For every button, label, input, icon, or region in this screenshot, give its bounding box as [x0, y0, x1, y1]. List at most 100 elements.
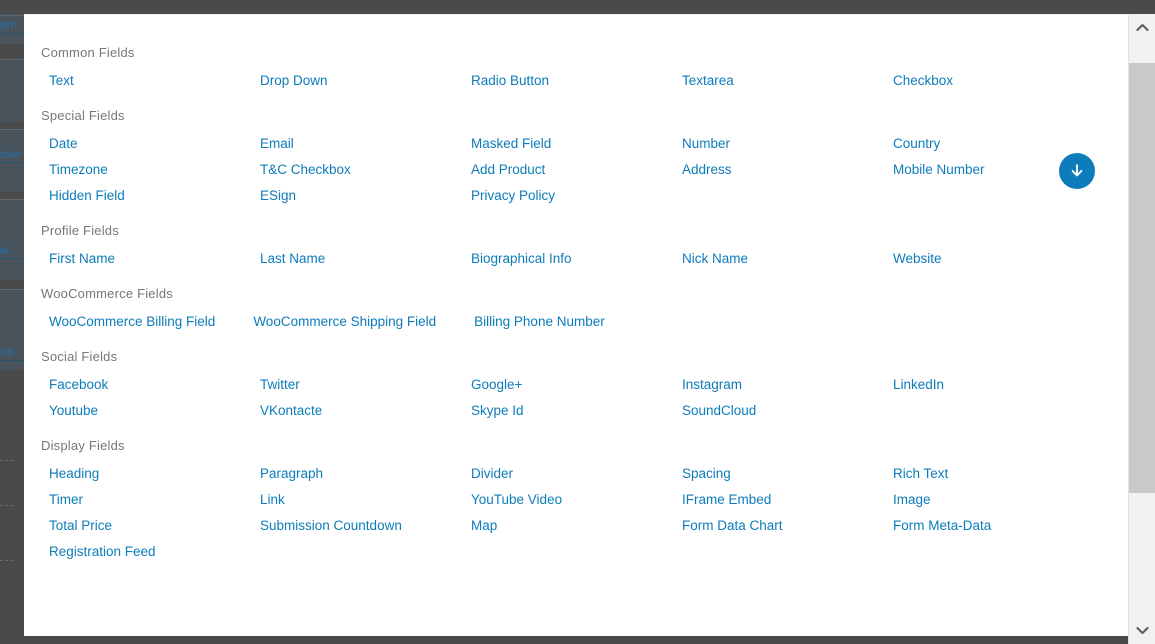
- field-group: WooCommerce Fields WooCommerce Billing Fi…: [24, 286, 1128, 329]
- field-option-link[interactable]: Facebook: [49, 378, 108, 392]
- chevron-up-icon: [1136, 23, 1149, 32]
- field-group: Special Fields Date Email Masked Field Numbe…: [24, 108, 1128, 203]
- field-option-link[interactable]: Total Price: [49, 519, 112, 533]
- background-divider: [0, 129, 24, 130]
- background-text-underline: [0, 258, 24, 259]
- field-option-link[interactable]: Checkbox: [893, 74, 953, 88]
- field-option-link[interactable]: Textarea: [682, 74, 734, 88]
- field-option-link[interactable]: Submission Countdown: [260, 519, 402, 533]
- field-option-link[interactable]: IFrame Embed: [682, 493, 771, 507]
- background-text-underline: [0, 360, 24, 361]
- field-group-title: WooCommerce Fields: [41, 286, 173, 301]
- field-group: Common Fields Text Drop Down Radio Button Te…: [24, 45, 1128, 88]
- field-option-link[interactable]: Link: [260, 493, 285, 507]
- field-group: Display Fields Heading Paragraph Divider Spa…: [24, 438, 1128, 559]
- field-option-link[interactable]: Nick Name: [682, 252, 748, 266]
- field-list: Heading Paragraph Divider Spacing Rich Text T…: [24, 467, 1128, 559]
- field-option-link[interactable]: VKontacte: [260, 404, 322, 418]
- field-list: Facebook Twitter Google+ Instagram LinkedIn Y…: [24, 378, 1128, 418]
- field-option-link[interactable]: Twitter: [260, 378, 300, 392]
- field-list: First Name Last Name Biographical Info Nick…: [24, 252, 1128, 266]
- arrow-down-icon: [1068, 162, 1086, 180]
- background-text-fragment: nb: [0, 345, 14, 359]
- field-option-link[interactable]: Mobile Number: [893, 163, 985, 177]
- field-groups-container: Common Fields Text Drop Down Radio Button Te…: [24, 45, 1128, 559]
- background-divider: [0, 199, 24, 200]
- field-list: Date Email Masked Field Number Country Timezo…: [24, 137, 1128, 203]
- field-option-link[interactable]: First Name: [49, 252, 115, 266]
- field-option-link[interactable]: Registration Feed: [49, 545, 156, 559]
- field-option-link[interactable]: Country: [893, 137, 940, 151]
- field-option-link[interactable]: Google+: [471, 378, 522, 392]
- field-option-link[interactable]: Youtube: [49, 404, 98, 418]
- field-option-link[interactable]: Skype Id: [471, 404, 524, 418]
- background-fragment: [0, 130, 24, 192]
- field-option-link[interactable]: Date: [49, 137, 78, 151]
- field-option-link[interactable]: Add Product: [471, 163, 545, 177]
- page-scrollbar[interactable]: [1128, 14, 1155, 644]
- background-divider: [0, 505, 14, 506]
- background-divider: [0, 460, 14, 461]
- field-option-link[interactable]: WooCommerce Shipping Field: [253, 315, 436, 329]
- field-option-link[interactable]: Text: [49, 74, 74, 88]
- scroll-down-button[interactable]: [1059, 153, 1095, 189]
- field-option-link[interactable]: Number: [682, 137, 730, 151]
- field-option-link[interactable]: Masked Field: [471, 137, 551, 151]
- field-option-link[interactable]: Radio Button: [471, 74, 549, 88]
- field-option-link[interactable]: Drop Down: [260, 74, 328, 88]
- field-option-link[interactable]: Spacing: [682, 467, 731, 481]
- browser-chrome-bar: [0, 0, 1155, 14]
- background-divider: [0, 59, 24, 60]
- field-option-link[interactable]: Address: [682, 163, 732, 177]
- field-option-link[interactable]: Image: [893, 493, 931, 507]
- field-option-link[interactable]: Email: [260, 137, 294, 151]
- field-option-link[interactable]: SoundCloud: [682, 404, 756, 418]
- background-text-fragment: ssw: [0, 147, 21, 161]
- background-text-fragment: ern: [0, 18, 18, 32]
- background-text-underline: [0, 162, 24, 163]
- field-list: WooCommerce Billing Field WooCommerce Shi…: [24, 315, 1128, 329]
- field-option-link[interactable]: Heading: [49, 467, 99, 481]
- scrollbar-down-arrow[interactable]: [1129, 617, 1155, 644]
- field-option-link[interactable]: Last Name: [260, 252, 325, 266]
- field-option-link[interactable]: Privacy Policy: [471, 189, 555, 203]
- field-option-link[interactable]: Timezone: [49, 163, 108, 177]
- field-option-link[interactable]: Website: [893, 252, 942, 266]
- field-group: Social Fields Facebook Twitter Google+ Insta…: [24, 349, 1128, 418]
- field-group-title: Social Fields: [41, 349, 118, 364]
- field-option-link[interactable]: Billing Phone Number: [474, 315, 605, 329]
- field-group-title: Special Fields: [41, 108, 125, 123]
- background-fragment: [0, 60, 24, 122]
- field-option-link[interactable]: Biographical Info: [471, 252, 572, 266]
- field-option-link[interactable]: Instagram: [682, 378, 742, 392]
- field-list: Text Drop Down Radio Button Textarea Checkbo…: [24, 74, 1128, 88]
- field-group-title: Display Fields: [41, 438, 125, 453]
- modal-content: Common Fields Text Drop Down Radio Button Te…: [24, 15, 1128, 636]
- field-option-link[interactable]: Paragraph: [260, 467, 323, 481]
- scrollbar-thumb[interactable]: [1129, 63, 1155, 493]
- field-option-link[interactable]: WooCommerce Billing Field: [49, 315, 215, 329]
- field-option-link[interactable]: Divider: [471, 467, 513, 481]
- field-option-link[interactable]: Timer: [49, 493, 83, 507]
- field-option-link[interactable]: T&C Checkbox: [260, 163, 351, 177]
- field-option-link[interactable]: Hidden Field: [49, 189, 125, 203]
- field-option-link[interactable]: YouTube Video: [471, 493, 562, 507]
- form-field-picker-modal: Common Fields Text Drop Down Radio Button Te…: [24, 14, 1128, 636]
- field-option-link[interactable]: Form Meta-Data: [893, 519, 991, 533]
- field-option-link[interactable]: Form Data Chart: [682, 519, 783, 533]
- field-option-link[interactable]: LinkedIn: [893, 378, 944, 392]
- background-divider: [0, 560, 14, 561]
- field-option-link[interactable]: Rich Text: [893, 467, 948, 481]
- field-group-title: Common Fields: [41, 45, 135, 60]
- scrollbar-up-arrow[interactable]: [1129, 14, 1155, 41]
- field-option-link[interactable]: ESign: [260, 189, 296, 203]
- background-divider: [0, 15, 24, 16]
- background-divider: [0, 289, 24, 290]
- field-option-link[interactable]: Map: [471, 519, 497, 533]
- background-fragment: [0, 200, 24, 280]
- background-text-fragment: ai: [0, 243, 10, 257]
- background-text-underline: [0, 33, 24, 34]
- chevron-down-icon: [1136, 626, 1149, 635]
- field-group: Profile Fields First Name Last Name Biograp…: [24, 223, 1128, 266]
- field-group-title: Profile Fields: [41, 223, 119, 238]
